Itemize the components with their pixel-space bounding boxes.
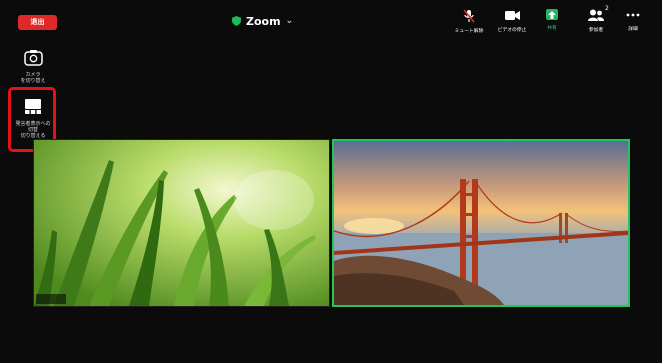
switch-camera-label: カメラ を切り替え: [20, 72, 46, 84]
unmute-label: ミュート解除: [454, 29, 484, 34]
participant-count: 2: [605, 5, 609, 12]
more-icon: [626, 13, 640, 17]
camera-switch-icon: [23, 50, 43, 66]
grass-video-image: [34, 140, 329, 306]
video-camera-icon: [504, 11, 520, 20]
participant-name-tag: [36, 294, 66, 304]
meeting-title-dropdown[interactable]: Zoom ⌄: [232, 13, 293, 29]
stop-video-label: ビデオの停止: [497, 28, 527, 33]
shield-icon: [232, 16, 241, 26]
active-speaker-video-tile[interactable]: [332, 139, 630, 307]
participant-video-tile[interactable]: [33, 139, 330, 307]
participants-label: 参加者: [588, 28, 604, 33]
golden-gate-bridge-image: [334, 141, 628, 305]
mic-muted-icon: [463, 9, 475, 23]
more-button[interactable]: 詳細: [622, 9, 644, 39]
chevron-down-icon: ⌄: [285, 16, 294, 26]
switch-camera-button[interactable]: カメラ を切り替え: [14, 49, 52, 84]
share-screen-button[interactable]: 共有: [541, 9, 563, 39]
unmute-button[interactable]: ミュート解除: [452, 9, 486, 39]
share-screen-label: 共有: [547, 26, 557, 31]
share-screen-icon: [546, 9, 558, 20]
leave-button[interactable]: 退出: [18, 15, 57, 30]
meeting-title: Zoom: [246, 14, 281, 28]
participants-icon: [588, 9, 604, 21]
stop-video-button[interactable]: ビデオの停止: [494, 9, 530, 39]
top-toolbar: 退出 Zoom ⌄ ミュート解除 ビデオの停止 共有 参加者 2 詳細: [0, 0, 662, 42]
participants-button[interactable]: 参加者 2: [583, 5, 609, 39]
more-label: 詳細: [628, 27, 638, 32]
